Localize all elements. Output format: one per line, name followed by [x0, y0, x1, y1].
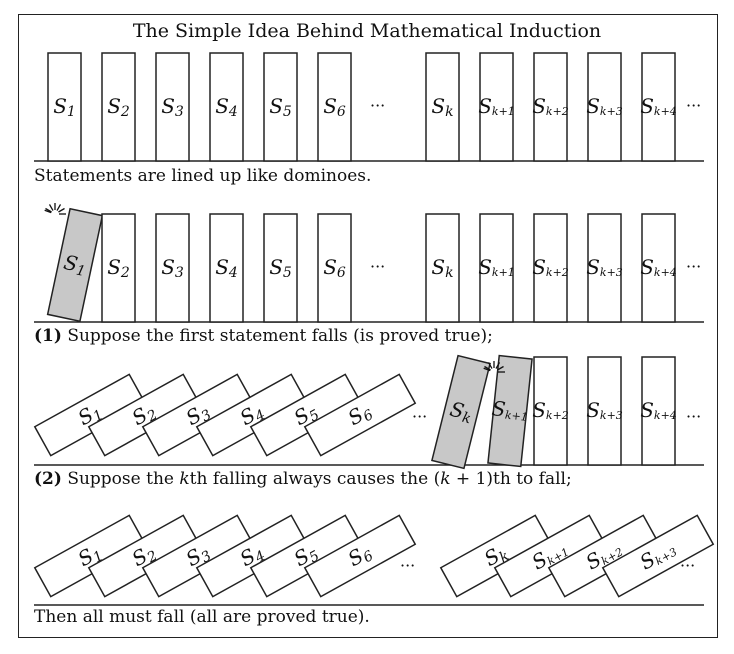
row2-domino-4: S5	[263, 213, 298, 323]
row4-ellipsis: ···	[680, 556, 695, 575]
row2-domino-9: Sk+3	[586, 213, 623, 323]
row1-domino-0: S1	[47, 52, 82, 162]
row1-domino-3: S4	[209, 52, 244, 162]
row1-domino-9: Sk+3	[586, 52, 623, 162]
caption-row2-text: Suppose the first statement falls (is pr…	[61, 326, 493, 346]
caption-row2: (1) Suppose the first statement falls (i…	[34, 326, 493, 346]
row2-domino-1: S2	[101, 213, 136, 323]
caption-row3-text-a: Suppose the	[61, 469, 180, 489]
caption-row3-k: k	[179, 469, 190, 489]
row1-domino-2: S3	[155, 52, 190, 162]
row3-domino-9: Sk+3	[586, 356, 623, 466]
row1-domino-1: S2	[101, 52, 136, 162]
row2-domino-0: S1	[46, 207, 104, 323]
row1-domino-7: Sk+1	[478, 52, 515, 162]
row2-domino-2: S3	[155, 213, 190, 323]
row1-ellipsis: ···	[370, 96, 385, 115]
row3-ellipsis: ···	[686, 407, 701, 426]
row1-domino-8: Sk+2	[532, 52, 569, 162]
row1-domino-4: S5	[263, 52, 298, 162]
caption-row4: Then all must fall (all are proved true)…	[34, 607, 370, 627]
caption-row2-number: (1)	[34, 326, 62, 346]
row1-domino-5: S6	[317, 52, 352, 162]
caption-row3-k2: k	[440, 469, 451, 489]
row2-domino-7: Sk+1	[478, 213, 515, 323]
row2-impact-burst-icon	[44, 203, 66, 215]
row4-ellipsis: ···	[400, 556, 415, 575]
row3-domino-8: Sk+2	[532, 356, 569, 466]
caption-row3-text-c: + 1)th to fall;	[450, 469, 572, 489]
row3-ellipsis: ···	[412, 407, 427, 426]
row3-domino-10: Sk+4	[640, 356, 677, 466]
caption-row3-text-b: th falling always causes the (	[189, 469, 441, 489]
row1-domino-10: Sk+4	[640, 52, 677, 162]
caption-row3: (2) Suppose the kth falling always cause…	[34, 469, 572, 489]
row2-ellipsis: ···	[686, 257, 701, 276]
row2-domino-8: Sk+2	[532, 213, 569, 323]
row3-domino-6: Sk	[431, 354, 491, 470]
caption-row1: Statements are lined up like dominoes.	[34, 166, 372, 186]
row2-domino-3: S4	[209, 213, 244, 323]
row2-ellipsis: ···	[370, 257, 385, 276]
row2-domino-10: Sk+4	[640, 213, 677, 323]
row2-domino-5: S6	[317, 213, 352, 323]
row1-domino-6: Sk	[425, 52, 460, 162]
caption-row3-number: (2)	[34, 469, 62, 489]
row2-domino-6: Sk	[425, 213, 460, 323]
row3-domino-7: Sk+1	[487, 354, 533, 468]
row1-ellipsis: ···	[686, 96, 701, 115]
